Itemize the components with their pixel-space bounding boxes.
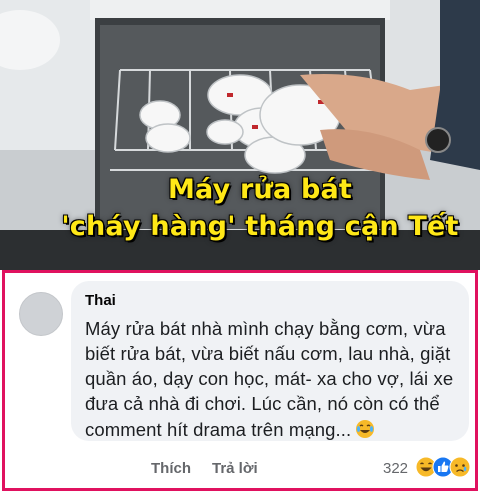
comment-line-5-text: comment hít drama trên mạng...	[85, 419, 352, 440]
reaction-count[interactable]: 322	[383, 460, 408, 477]
reaction-icons[interactable]	[415, 456, 479, 480]
laughing-tears-emoji-icon	[356, 420, 375, 438]
headline-line-2: 'cháy hàng' tháng cận Tết	[61, 211, 459, 242]
news-photo: Máy rửa bát 'cháy hàng' tháng cận Tết	[0, 0, 480, 270]
sad-reaction-icon	[449, 456, 471, 478]
comment-author[interactable]: Thai	[85, 292, 116, 309]
comment-line-1: Máy rửa bát nhà mình chạy bằng cơm, vừa	[85, 318, 446, 339]
comment-card: Thai Máy rửa bát nhà mình chạy bằng cơm,…	[2, 270, 478, 491]
comment-line-5: comment hít drama trên mạng...	[85, 419, 375, 441]
reply-link[interactable]: Trả lời	[212, 460, 258, 477]
headline-line-1: Máy rửa bát	[167, 174, 353, 205]
avatar[interactable]	[19, 292, 63, 336]
comment-line-2: biết rửa bát, vừa biết nấu cơm, lau nhà,…	[85, 343, 451, 364]
comment-line-3: quần áo, dạy con học, mát- xa cho vợ, lá…	[85, 368, 454, 389]
comment-line-4: đưa cả nhà đi chơi. Lúc cần, nó còn có t…	[85, 393, 440, 414]
comment-bubble: Thai Máy rửa bát nhà mình chạy bằng cơm,…	[71, 281, 469, 441]
like-link[interactable]: Thích	[151, 460, 191, 477]
